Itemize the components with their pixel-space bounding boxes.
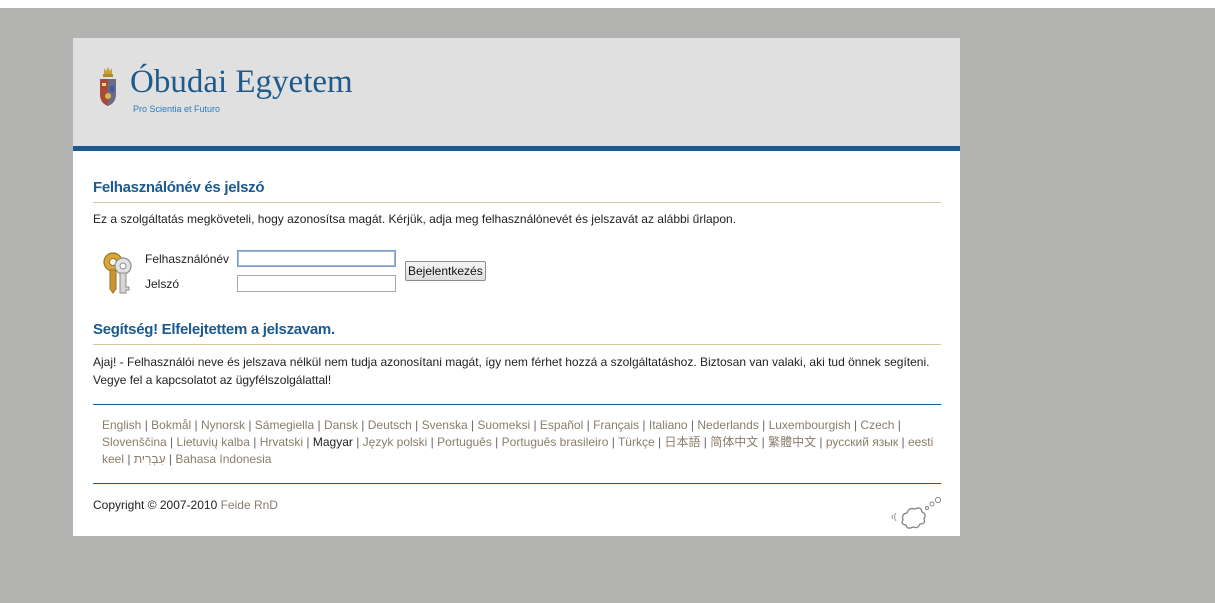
language-separator: | <box>898 435 908 449</box>
language-separator: | <box>816 435 826 449</box>
language-link[interactable]: Bokmål <box>151 418 191 432</box>
language-separator: | <box>166 435 177 449</box>
language-separator: | <box>758 418 769 432</box>
language-link[interactable]: Suomeksi <box>477 418 530 432</box>
language-separator: | <box>687 418 698 432</box>
language-link[interactable]: 日本語 <box>664 435 700 449</box>
language-separator: | <box>249 435 260 449</box>
language-link[interactable]: 简体中文 <box>710 435 758 449</box>
copyright-text: Copyright © 2007-2010 <box>93 498 221 512</box>
top-strip <box>0 0 1215 8</box>
language-separator: | <box>758 435 769 449</box>
university-crest-icon <box>100 67 116 106</box>
language-separator: | <box>639 418 649 432</box>
language-link[interactable]: Français <box>593 418 639 432</box>
language-separator: | <box>583 418 594 432</box>
language-link: Magyar <box>312 435 353 449</box>
password-label: Jelszó <box>145 277 180 291</box>
language-separator: | <box>467 418 478 432</box>
language-bar: English | Bokmål | Nynorsk | Sámegiella … <box>102 417 942 468</box>
divider <box>93 202 941 203</box>
login-intro: Ez a szolgáltatás megköveteli, hogy azon… <box>93 212 737 226</box>
password-input[interactable] <box>237 275 396 292</box>
language-separator: | <box>314 418 324 432</box>
divider <box>93 404 941 405</box>
language-link[interactable]: Język polski <box>363 435 428 449</box>
divider <box>93 344 941 345</box>
help-heading: Segítség! Elfelejtettem a jelszavam. <box>93 321 335 338</box>
help-text: Ajaj! - Felhasználói neve és jelszava né… <box>93 355 930 387</box>
username-label: Felhasználónév <box>145 252 230 266</box>
language-link[interactable]: Svenska <box>422 418 468 432</box>
language-separator: | <box>654 435 665 449</box>
language-link[interactable]: Slovenščina <box>102 435 167 449</box>
language-link[interactable]: עִבְרִית <box>134 452 166 466</box>
language-separator: | <box>894 418 901 432</box>
language-separator: | <box>352 435 363 449</box>
language-link[interactable]: Español <box>540 418 583 432</box>
language-link[interactable]: Luxembourgish <box>769 418 851 432</box>
login-heading: Felhasználónév és jelszó <box>93 179 265 196</box>
username-input[interactable] <box>237 250 396 267</box>
language-separator: | <box>303 435 313 449</box>
language-separator: | <box>191 418 201 432</box>
copyright: Copyright © 2007-2010 Feide RnD <box>93 498 278 512</box>
language-link[interactable]: русский язык <box>826 435 898 449</box>
language-link[interactable]: Hrvatski <box>260 435 303 449</box>
language-link[interactable]: Lietuvių kalba <box>177 435 250 449</box>
language-separator: | <box>357 418 368 432</box>
site-title: Óbudai Egyetem <box>130 64 353 100</box>
language-separator: | <box>141 418 152 432</box>
language-link[interactable]: Czech <box>860 418 894 432</box>
language-link[interactable]: Bahasa Indonesia <box>175 452 271 466</box>
language-separator: | <box>165 452 176 466</box>
language-separator: | <box>491 435 502 449</box>
header: Óbudai Egyetem Pro Scientia et Futuro <box>73 38 960 146</box>
keys-icon <box>103 252 132 294</box>
language-link[interactable]: Nynorsk <box>201 418 245 432</box>
language-link[interactable]: English <box>102 418 141 432</box>
language-link[interactable]: Türkçe <box>618 435 655 449</box>
language-separator: | <box>608 435 618 449</box>
language-separator: | <box>850 418 861 432</box>
language-link[interactable]: Sámegiella <box>255 418 314 432</box>
language-link[interactable]: Italiano <box>649 418 688 432</box>
language-link[interactable]: Português brasileiro <box>502 435 609 449</box>
language-link[interactable]: Nederlands <box>697 418 758 432</box>
language-separator: | <box>244 418 255 432</box>
header-bar <box>73 146 960 151</box>
divider <box>93 483 941 484</box>
language-separator: | <box>530 418 540 432</box>
site-subtitle: Pro Scientia et Futuro <box>133 104 221 114</box>
language-link[interactable]: Português <box>437 435 492 449</box>
feide-link[interactable]: Feide RnD <box>221 498 278 512</box>
feide-logo-icon <box>891 496 942 529</box>
language-separator: | <box>700 435 711 449</box>
language-separator: | <box>124 452 134 466</box>
language-separator: | <box>411 418 422 432</box>
login-frame: Óbudai Egyetem Pro Scientia et Futuro Fe… <box>73 38 960 536</box>
language-link[interactable]: Dansk <box>324 418 358 432</box>
language-link[interactable]: 繁體中文 <box>768 435 816 449</box>
login-button[interactable]: Bejelentkezés <box>405 261 486 281</box>
language-link[interactable]: Deutsch <box>368 418 412 432</box>
language-separator: | <box>427 435 438 449</box>
